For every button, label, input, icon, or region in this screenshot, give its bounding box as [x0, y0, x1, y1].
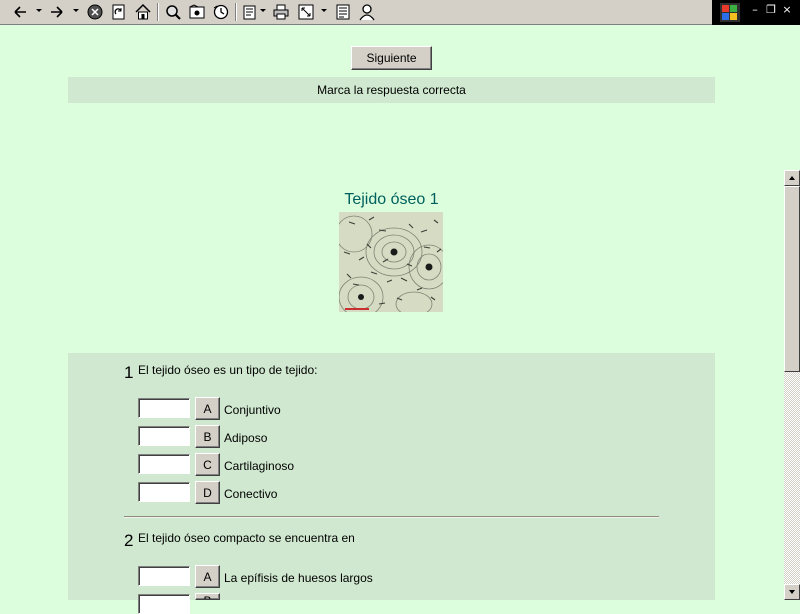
option-label-2a: La epífisis de huesos largos [224, 571, 373, 585]
home-icon[interactable] [133, 2, 153, 22]
option-label-1a: Conjuntivo [224, 403, 281, 417]
option-button-1b[interactable]: B [195, 425, 220, 448]
back-icon[interactable] [10, 2, 30, 22]
option-label-1d: Conectivo [224, 487, 278, 501]
question-text: El tejido óseo compacto se encuentra en [138, 531, 355, 545]
answer-field-1c[interactable] [138, 454, 190, 474]
option-button-1d[interactable]: D [195, 481, 220, 504]
answer-field-2a[interactable] [138, 566, 190, 586]
search-icon[interactable] [163, 2, 183, 22]
messenger-icon[interactable] [357, 2, 377, 22]
windows-logo-icon [720, 3, 740, 22]
print-icon[interactable] [271, 2, 291, 22]
forward-icon[interactable] [47, 2, 67, 22]
option-button-1c[interactable]: C [195, 453, 220, 476]
answer-field-1b[interactable] [138, 426, 190, 446]
instruction-text: Marca la respuesta correcta [68, 77, 715, 103]
answer-field-2b[interactable] [138, 594, 190, 614]
option-label-1c: Cartilaginoso [224, 459, 295, 473]
question-divider [124, 516, 659, 518]
toolbar-separator [157, 3, 159, 21]
refresh-icon[interactable] [109, 2, 129, 22]
page-title: Tejido óseo 1 [344, 191, 439, 208]
fullscreen-dropdown-icon[interactable] [321, 9, 327, 12]
option-label-1b: Adiposo [224, 431, 268, 445]
option-button-1a[interactable]: A [195, 397, 220, 420]
history-icon[interactable] [211, 2, 231, 22]
option-button-2b[interactable]: B [195, 593, 220, 600]
close-icon[interactable]: × [780, 3, 794, 17]
browser-toolbar: – ❐ × [0, 0, 800, 25]
window-controls: – ❐ × [712, 0, 800, 25]
next-button[interactable]: Siguiente [351, 46, 432, 70]
question-number: 1 [124, 363, 134, 382]
restore-icon[interactable]: ❐ [764, 3, 778, 17]
scrollbar-thumb[interactable] [784, 186, 800, 372]
scroll-up-arrow-icon[interactable] [784, 170, 800, 186]
question-number: 2 [124, 531, 134, 550]
answer-field-1d[interactable] [138, 482, 190, 502]
scroll-down-arrow-icon[interactable] [784, 584, 800, 600]
stop-icon[interactable] [85, 2, 105, 22]
back-dropdown-icon[interactable] [36, 9, 42, 12]
answer-field-1a[interactable] [138, 398, 190, 418]
edit-icon[interactable] [333, 2, 353, 22]
option-button-2a[interactable]: A [195, 565, 220, 588]
mail-dropdown-icon[interactable] [260, 9, 266, 12]
quiz-panel [68, 353, 715, 600]
mail-icon[interactable] [241, 2, 261, 22]
toolbar-separator [235, 3, 237, 21]
favorites-icon[interactable] [187, 2, 207, 22]
forward-dropdown-icon[interactable] [73, 9, 79, 12]
bone-tissue-image [339, 212, 443, 312]
question-text: El tejido óseo es un tipo de tejido: [138, 363, 318, 377]
minimize-icon[interactable]: – [748, 3, 762, 17]
vertical-scrollbar[interactable] [784, 170, 800, 600]
fullscreen-icon[interactable] [296, 2, 316, 22]
